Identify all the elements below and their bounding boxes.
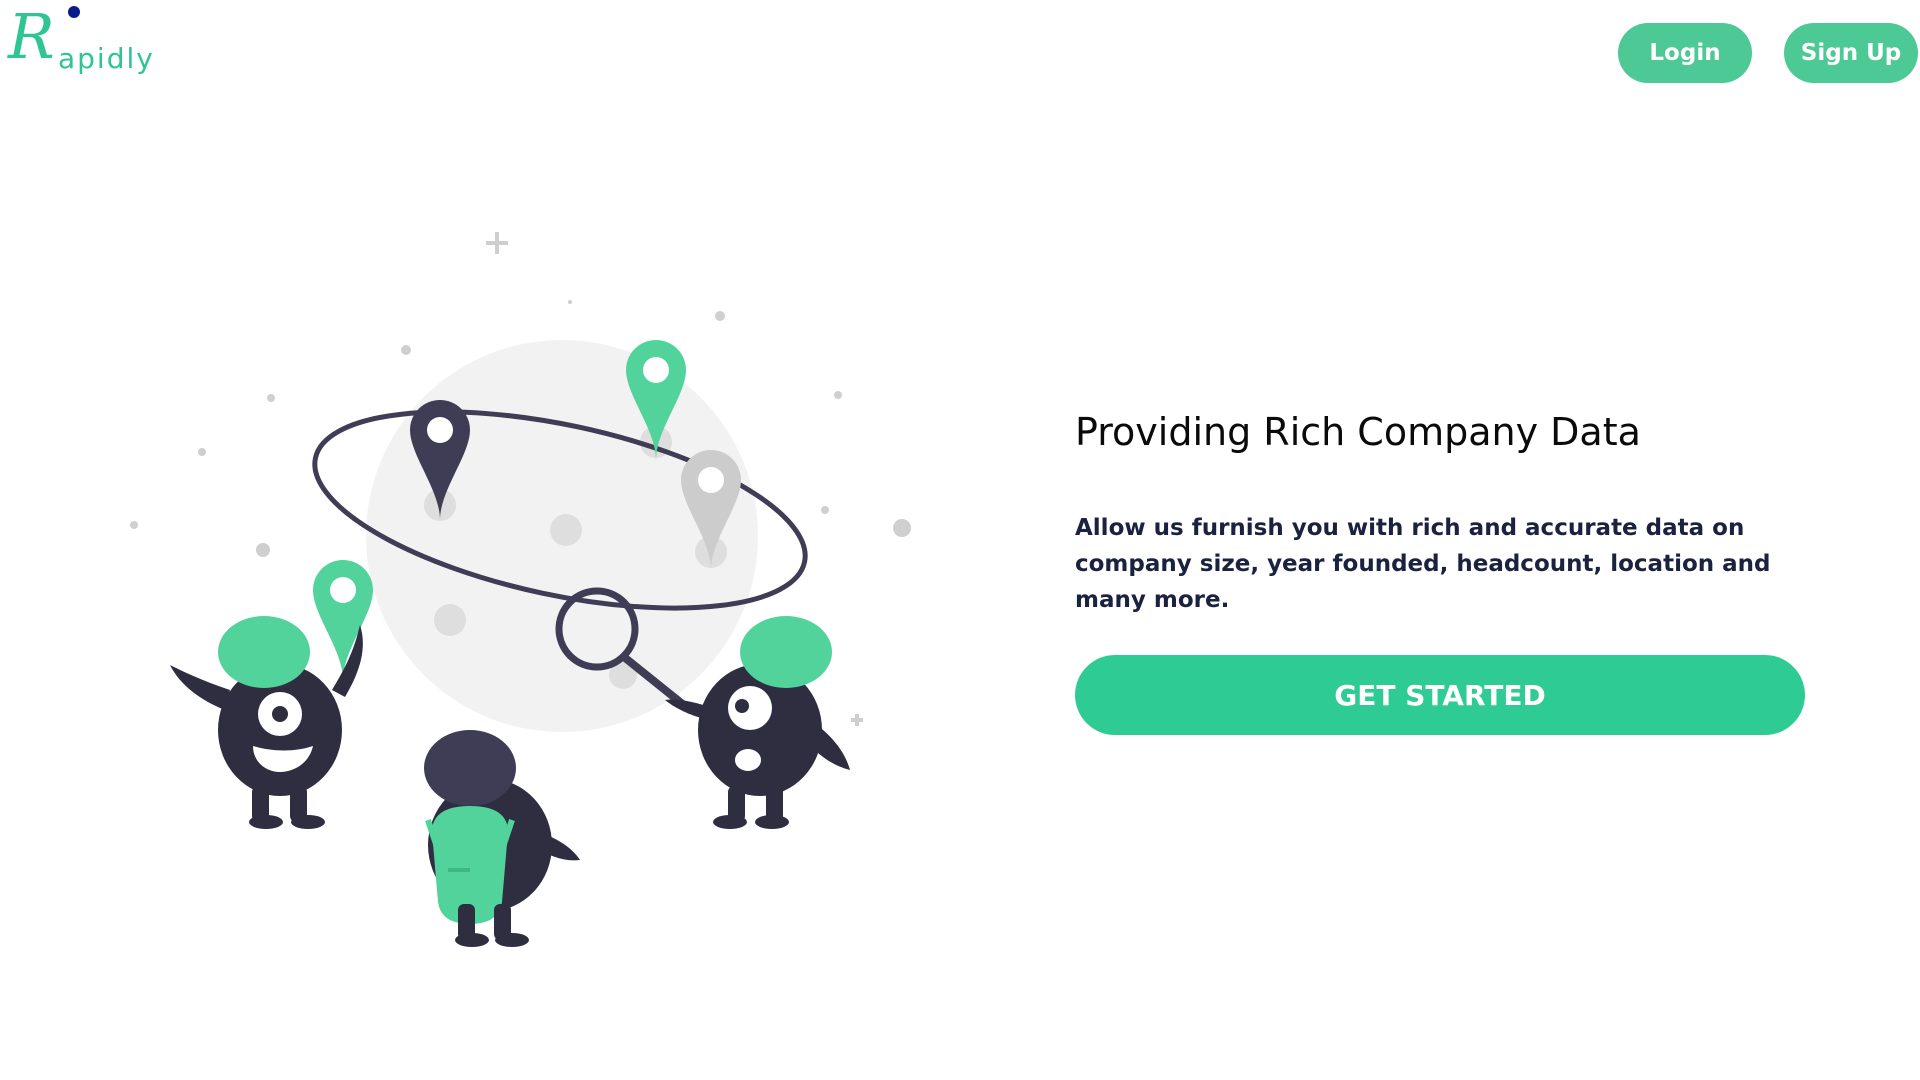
logo-dot	[68, 6, 80, 18]
logo-wordmark: apidly	[58, 42, 155, 75]
map-search-illustration	[130, 232, 911, 947]
signup-button[interactable]: Sign Up	[1784, 23, 1918, 83]
landing-page: R apidly Login Sign Up Providing Rich Co…	[0, 0, 1920, 1080]
hero-description: Allow us furnish you with rich and accur…	[1075, 515, 1771, 613]
logo-initial: R	[8, 0, 55, 73]
page-title: Providing Rich Company Data	[1075, 410, 1641, 454]
character-left	[170, 616, 363, 829]
rapidly-logo[interactable]: R apidly	[6, 6, 186, 76]
pin-green-left-icon	[313, 560, 373, 680]
get-started-button[interactable]: GET STARTED	[1075, 655, 1805, 735]
login-button[interactable]: Login	[1618, 23, 1752, 83]
character-bottom	[424, 730, 580, 947]
